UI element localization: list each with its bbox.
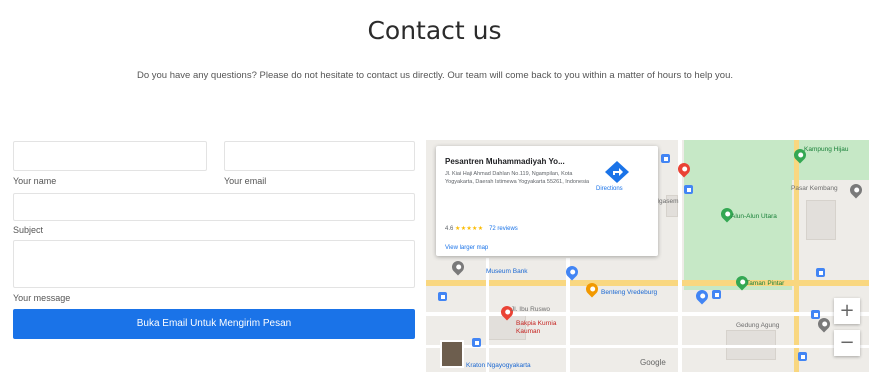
directions-icon[interactable]: [604, 160, 630, 184]
map-label: Gedung Agung: [736, 322, 780, 329]
submit-button[interactable]: Buka Email Untuk Mengirim Pesan: [13, 309, 415, 339]
transit-stop-icon[interactable]: [811, 310, 820, 319]
star-rating-icon: ★★★★★: [455, 226, 484, 232]
map-label: Kampung Hijau: [804, 146, 849, 153]
map-label: Museum Bank: [486, 268, 528, 275]
place-address: Jl. Kiai Haji Ahmad Dahlan No.119, Ngamp…: [445, 171, 590, 185]
message-label: Your message: [13, 293, 71, 303]
map-label: Kraton Ngayogyakarta: [466, 362, 531, 369]
map-label: Jl. Ibu Ruswo: [511, 306, 551, 313]
subject-label: Subject: [13, 225, 44, 235]
street-view-thumbnail[interactable]: [440, 340, 464, 368]
name-label: Your name: [13, 176, 57, 186]
transit-stop-icon[interactable]: [684, 185, 693, 194]
map-label: Taman Pintar: [746, 280, 785, 287]
map-label: Bakpia Kurnia: [516, 320, 557, 327]
map-label: Alun-Alun Utara: [731, 213, 777, 220]
transit-stop-icon[interactable]: [816, 268, 825, 277]
view-larger-map-link[interactable]: View larger map: [445, 245, 488, 251]
zoom-in-button[interactable]: +: [834, 298, 860, 324]
rating-value: 4.6: [445, 226, 454, 232]
transit-stop-icon[interactable]: [712, 290, 721, 299]
transit-stop-icon[interactable]: [472, 338, 481, 347]
map-label: Kauman: [516, 328, 541, 335]
place-name[interactable]: Pesantren Muhammadiyah Yo...: [445, 157, 565, 166]
map-road: [426, 280, 869, 286]
contact-form: Your name Your email Subject Your messag…: [13, 141, 415, 341]
transit-stop-icon[interactable]: [438, 292, 447, 301]
map-road: [426, 345, 869, 348]
map-label: Pasar Kembang: [791, 185, 838, 192]
message-field[interactable]: [13, 240, 415, 288]
place-info-card: Pesantren Muhammadiyah Yo... Jl. Kiai Ha…: [436, 146, 658, 256]
page-title: Contact us: [367, 16, 502, 45]
map-road: [794, 140, 799, 372]
embedded-map[interactable]: Kampung Hijau Pasar Kembang Alun-Alun Ut…: [426, 140, 869, 372]
zoom-out-button[interactable]: −: [834, 330, 860, 356]
map-road: [486, 258, 489, 372]
grey-place-pin-icon[interactable]: [847, 181, 865, 199]
map-road: [426, 312, 869, 316]
directions-label[interactable]: Directions: [596, 186, 623, 192]
place-rating: 4.6 ★★★★★ 72 reviews: [445, 225, 518, 232]
blue-place-pin-icon[interactable]: [693, 287, 711, 305]
email-label: Your email: [224, 176, 267, 186]
page-subtitle: Do you have any questions? Please do not…: [136, 70, 733, 81]
email-field[interactable]: [224, 141, 415, 171]
reviews-link[interactable]: 72 reviews: [489, 226, 518, 232]
subject-field[interactable]: [13, 193, 415, 221]
map-building: [806, 200, 836, 240]
name-field[interactable]: [13, 141, 207, 171]
map-label: Benteng Vredeburg: [601, 289, 658, 296]
transit-stop-icon[interactable]: [661, 154, 670, 163]
grey-place-pin-icon[interactable]: [449, 258, 467, 276]
google-logo: Google: [640, 358, 666, 367]
transit-stop-icon[interactable]: [798, 352, 807, 361]
